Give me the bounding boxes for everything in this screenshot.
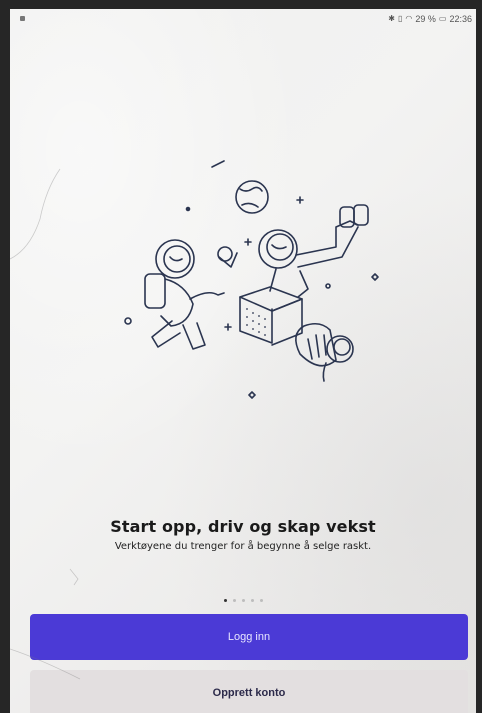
- notification-icon: [20, 16, 25, 21]
- package-box: [239, 286, 303, 346]
- onboarding-headline: Start opp, driv og skap vekst: [110, 517, 376, 536]
- status-bar: ✱ ▯ ◠ 29 % ▭ 22:36: [10, 9, 476, 31]
- comet-line-icon: [211, 160, 225, 168]
- battery-percent: 29 %: [415, 14, 436, 24]
- floating-glove: [295, 322, 354, 382]
- login-button[interactable]: Logg inn: [30, 614, 468, 660]
- pager-dot-4[interactable]: [250, 599, 254, 602]
- pager-dot-3[interactable]: [241, 599, 245, 602]
- create-account-button[interactable]: Opprett konto: [30, 670, 468, 713]
- pager-dots: [10, 599, 476, 602]
- bluetooth-icon: ✱: [388, 14, 395, 23]
- device-frame: ✱ ▯ ◠ 29 % ▭ 22:36 Start opp, driv og sk…: [0, 0, 482, 713]
- astronaut-right: [258, 204, 369, 298]
- sparkle-icons: [124, 196, 379, 399]
- onboarding-subtitle: Verktøyene du trenger for å begynne å se…: [114, 541, 372, 552]
- pager-dot-1[interactable]: [223, 599, 227, 602]
- status-time: 22:36: [449, 14, 472, 24]
- wifi-icon: ◠: [405, 14, 413, 23]
- vibrate-icon: ▯: [398, 14, 403, 23]
- astronauts-illustration: [124, 160, 379, 399]
- app-screen: ✱ ▯ ◠ 29 % ▭ 22:36 Start opp, driv og sk…: [10, 9, 476, 713]
- status-right: ✱ ▯ ◠ 29 % ▭ 22:36: [388, 14, 472, 24]
- pager-dot-2[interactable]: [232, 599, 236, 602]
- battery-icon: ▭: [438, 14, 447, 23]
- planet-icon: [235, 180, 269, 214]
- astronaut-left: [144, 239, 238, 350]
- pager-dot-5[interactable]: [259, 599, 263, 602]
